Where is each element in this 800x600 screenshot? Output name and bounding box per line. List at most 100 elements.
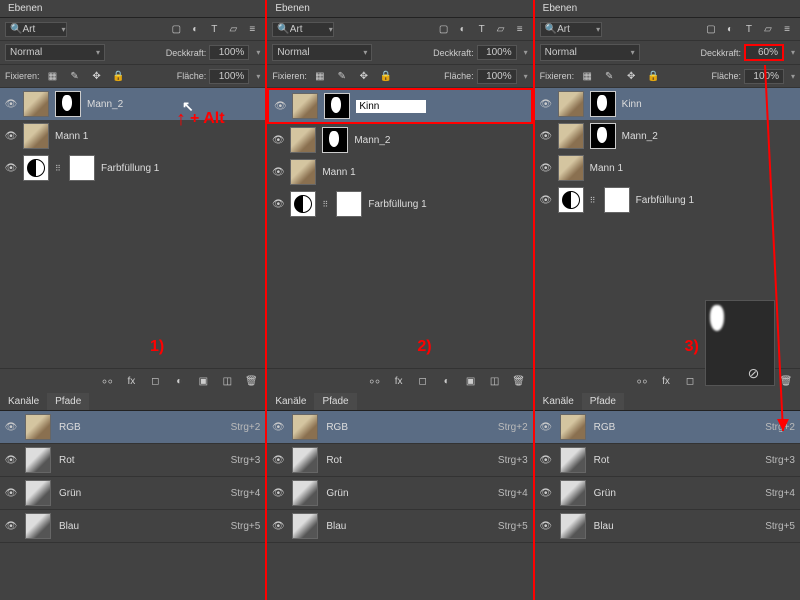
filter-icon[interactable]: ≡: [244, 21, 260, 37]
channel-row[interactable]: 👁GrünStrg+4: [535, 477, 800, 510]
layers-tab[interactable]: Ebenen: [0, 0, 50, 17]
layer-row[interactable]: 👁⠿Farbfüllung 1: [0, 152, 265, 184]
visibility-toggle[interactable]: 👁: [5, 421, 17, 433]
channel-thumb[interactable]: [560, 414, 586, 440]
lock-all-icon[interactable]: ▦: [312, 68, 328, 84]
filter-type-dropdown[interactable]: 🔍▾: [272, 22, 334, 37]
fill-value[interactable]: 100%: [477, 69, 517, 84]
group-icon[interactable]: ▣: [195, 373, 211, 389]
visibility-toggle[interactable]: 👁: [272, 454, 284, 466]
mask-icon[interactable]: ◻: [147, 373, 163, 389]
filter-icon[interactable]: ≡: [779, 21, 795, 37]
link-icon[interactable]: ⸰⸰: [367, 373, 383, 389]
lock-icon[interactable]: 🔒: [111, 68, 127, 84]
lock-pixels-icon[interactable]: ✎: [67, 68, 83, 84]
blend-mode-dropdown[interactable]: Normal▾: [5, 44, 105, 61]
visibility-toggle[interactable]: 👁: [274, 100, 286, 112]
chevron-down-icon[interactable]: ▾: [791, 72, 795, 81]
filter-type-dropdown[interactable]: 🔍▾: [5, 22, 67, 37]
visibility-toggle[interactable]: 👁: [540, 194, 552, 206]
layer-thumb[interactable]: [23, 91, 49, 117]
layer-thumb[interactable]: [290, 159, 316, 185]
paths-tab[interactable]: Pfade: [314, 393, 356, 410]
lock-icon[interactable]: 🔒: [645, 68, 661, 84]
channel-thumb[interactable]: [560, 480, 586, 506]
lock-all-icon[interactable]: ▦: [45, 68, 61, 84]
fill-value[interactable]: 100%: [209, 69, 249, 84]
layer-thumb[interactable]: [23, 155, 49, 181]
visibility-toggle[interactable]: 👁: [540, 162, 552, 174]
layer-thumb[interactable]: [290, 127, 316, 153]
channel-row[interactable]: 👁BlauStrg+5: [535, 510, 800, 543]
layer-thumb[interactable]: [290, 191, 316, 217]
visibility-toggle[interactable]: 👁: [272, 421, 284, 433]
channel-row[interactable]: 👁RGBStrg+2: [0, 411, 265, 444]
layer-mask-thumb[interactable]: [590, 91, 616, 117]
paths-tab[interactable]: Pfade: [582, 393, 624, 410]
filter-input[interactable]: [557, 24, 592, 35]
lock-all-icon[interactable]: ▦: [579, 68, 595, 84]
channel-row[interactable]: 👁RotStrg+3: [535, 444, 800, 477]
fill-value[interactable]: 100%: [744, 69, 784, 84]
chevron-down-icon[interactable]: ▾: [524, 72, 528, 81]
fx-icon[interactable]: fx: [123, 373, 139, 389]
adjustment-icon[interactable]: ◐: [171, 373, 187, 389]
link-icon[interactable]: ⸰⸰: [634, 373, 650, 389]
opacity-value[interactable]: 100%: [477, 45, 517, 60]
fx-icon[interactable]: fx: [391, 373, 407, 389]
shape-icon[interactable]: ▱: [493, 21, 509, 37]
visibility-toggle[interactable]: 👁: [540, 520, 552, 532]
mask-icon[interactable]: ◻: [682, 373, 698, 389]
layer-thumb[interactable]: [23, 123, 49, 149]
channel-thumb[interactable]: [292, 414, 318, 440]
blend-mode-dropdown[interactable]: Normal▾: [272, 44, 372, 61]
trash-icon[interactable]: 🗑: [511, 373, 527, 389]
trash-icon[interactable]: 🗑: [243, 373, 259, 389]
visibility-toggle[interactable]: 👁: [5, 130, 17, 142]
layers-tab[interactable]: Ebenen: [267, 0, 317, 17]
channel-row[interactable]: 👁RotStrg+3: [0, 444, 265, 477]
new-layer-icon[interactable]: ◫: [219, 373, 235, 389]
shape-icon[interactable]: ▱: [760, 21, 776, 37]
text-icon[interactable]: T: [741, 21, 757, 37]
visibility-toggle[interactable]: 👁: [272, 134, 284, 146]
opacity-value[interactable]: 100%: [209, 45, 249, 60]
image-icon[interactable]: ▢: [703, 21, 719, 37]
layer-row[interactable]: 👁Mann 1: [535, 152, 800, 184]
layer-mask-thumb[interactable]: [604, 187, 630, 213]
visibility-toggle[interactable]: 👁: [272, 198, 284, 210]
visibility-toggle[interactable]: 👁: [272, 166, 284, 178]
new-layer-icon[interactable]: ◫: [487, 373, 503, 389]
channel-thumb[interactable]: [560, 513, 586, 539]
layer-thumb[interactable]: [292, 93, 318, 119]
channel-thumb[interactable]: [25, 480, 51, 506]
lock-move-icon[interactable]: ✥: [89, 68, 105, 84]
text-icon[interactable]: T: [474, 21, 490, 37]
adjust-icon[interactable]: ◐: [722, 21, 738, 37]
layer-mask-thumb[interactable]: [590, 123, 616, 149]
filter-input[interactable]: [290, 24, 325, 35]
layer-row[interactable]: 👁Mann_2: [0, 88, 265, 120]
layer-thumb[interactable]: [558, 187, 584, 213]
chevron-down-icon[interactable]: ▾: [256, 48, 260, 57]
visibility-toggle[interactable]: 👁: [540, 454, 552, 466]
filter-input[interactable]: [22, 24, 57, 35]
lock-pixels-icon[interactable]: ✎: [601, 68, 617, 84]
visibility-toggle[interactable]: 👁: [540, 487, 552, 499]
channel-row[interactable]: 👁RGBStrg+2: [267, 411, 532, 444]
visibility-toggle[interactable]: 👁: [540, 130, 552, 142]
channels-tab[interactable]: Kanäle: [267, 393, 314, 410]
paths-tab[interactable]: Pfade: [47, 393, 89, 410]
channel-row[interactable]: 👁RotStrg+3: [267, 444, 532, 477]
channel-thumb[interactable]: [25, 447, 51, 473]
channel-thumb[interactable]: [25, 414, 51, 440]
visibility-toggle[interactable]: 👁: [540, 98, 552, 110]
chevron-down-icon[interactable]: ▾: [256, 72, 260, 81]
visibility-toggle[interactable]: 👁: [5, 487, 17, 499]
layer-name-input[interactable]: [356, 100, 426, 113]
mask-icon[interactable]: ◻: [415, 373, 431, 389]
layers-tab[interactable]: Ebenen: [535, 0, 585, 17]
layer-row[interactable]: 👁Mann 1: [0, 120, 265, 152]
channel-thumb[interactable]: [292, 447, 318, 473]
layer-row[interactable]: 👁Kinn: [535, 88, 800, 120]
